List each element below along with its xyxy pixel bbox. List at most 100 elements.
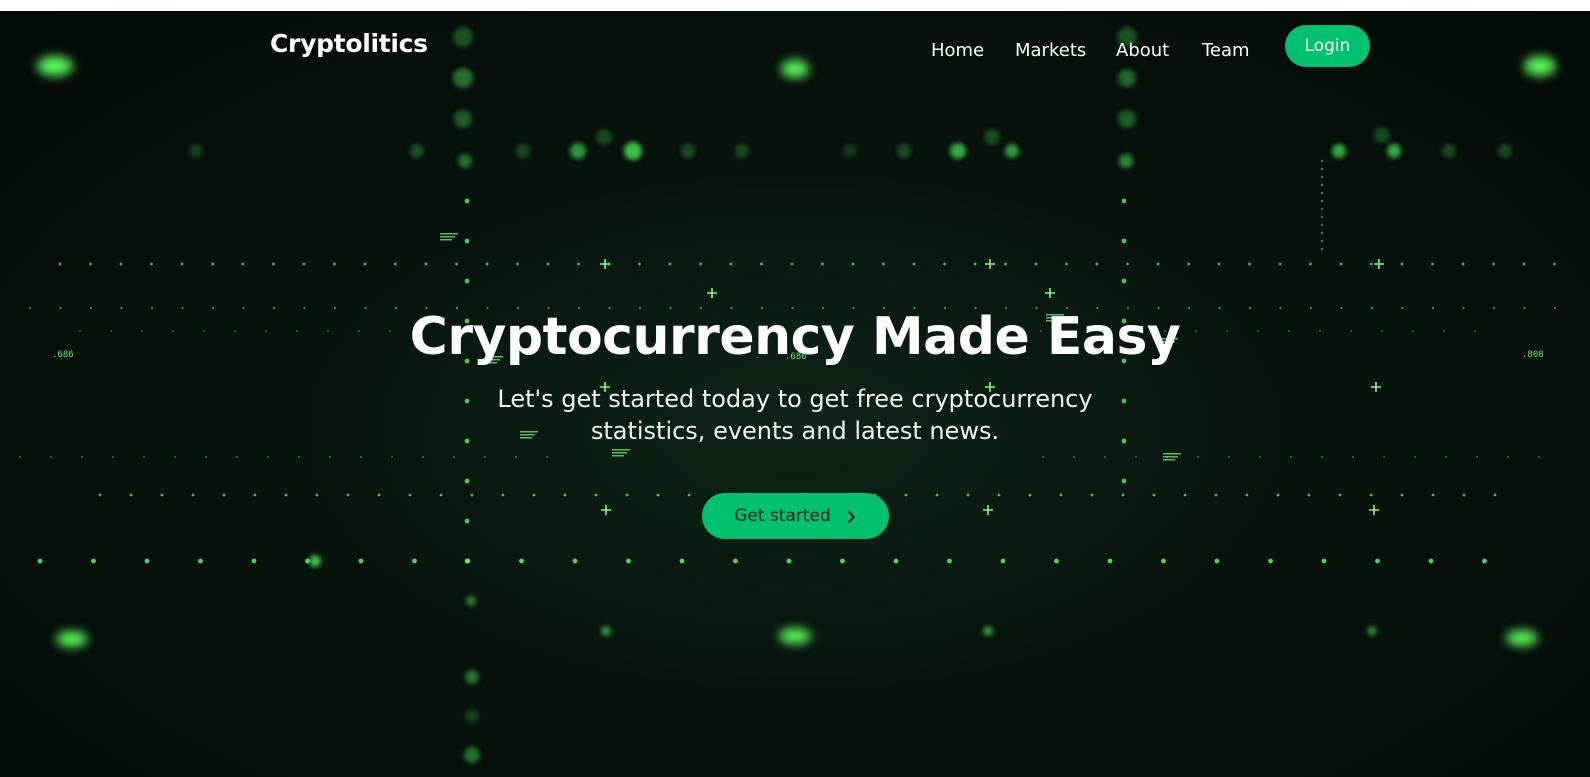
landing-page: .686.686.808 Cryptolitics Home Markets A…	[0, 11, 1590, 777]
grid-dot	[1320, 199, 1324, 203]
grid-dot	[546, 456, 548, 458]
get-started-button[interactable]: Get started	[702, 493, 889, 539]
grid-dot	[1065, 262, 1068, 266]
grid-dot	[1054, 558, 1059, 564]
grid-dot	[1278, 262, 1282, 266]
bokeh-dot	[465, 670, 479, 684]
grid-dot	[455, 262, 458, 266]
grid-dot	[501, 493, 505, 497]
grid-dot	[1383, 456, 1385, 458]
plus-mark	[985, 259, 995, 269]
bokeh-dot	[1005, 144, 1019, 158]
grid-dot	[284, 493, 288, 497]
grid-dot	[160, 493, 164, 497]
grid-dot	[786, 558, 792, 564]
grid-dot	[546, 262, 550, 266]
grid-dot	[453, 456, 455, 458]
grid-dot	[358, 558, 364, 564]
grid-dot	[1553, 262, 1556, 266]
grid-dot	[1507, 456, 1509, 458]
login-button[interactable]: Login	[1285, 25, 1370, 67]
grid-dot	[1034, 262, 1038, 266]
bokeh-dot	[1118, 110, 1136, 128]
bokeh-dot	[466, 596, 476, 606]
grid-dot	[821, 262, 824, 266]
grid-dot	[625, 493, 629, 497]
grid-dot	[272, 262, 275, 266]
grid-dot	[729, 262, 733, 266]
grid-dot	[1004, 262, 1007, 266]
grid-dot	[464, 478, 470, 484]
nav-about[interactable]: About	[1116, 36, 1169, 66]
streak-line	[440, 236, 455, 238]
grid-dot	[1135, 456, 1137, 458]
grid-dot	[1121, 493, 1125, 497]
bokeh-dot	[458, 154, 472, 168]
grid-dot	[241, 262, 245, 266]
grid-dot	[1073, 456, 1075, 458]
grid-dot	[1248, 262, 1251, 266]
grid-dot	[1187, 262, 1190, 266]
bokeh-dot	[1332, 144, 1346, 158]
grid-dot	[1107, 558, 1113, 564]
grid-dot	[112, 456, 114, 458]
grid-dot	[1121, 278, 1127, 284]
bokeh-dot	[843, 144, 857, 158]
glow-blob	[56, 631, 88, 647]
grid-dot	[222, 493, 226, 497]
grid-dot	[191, 493, 195, 497]
grid-dot	[439, 493, 443, 497]
grid-dot	[840, 558, 845, 564]
grid-dot	[656, 493, 660, 497]
grid-dot	[129, 493, 133, 497]
grid-dot	[1307, 493, 1311, 497]
get-started-label: Get started	[734, 506, 831, 526]
grid-dot	[391, 456, 393, 458]
grid-dot	[198, 558, 203, 564]
grid-dot	[1000, 558, 1006, 564]
bokeh-dot	[983, 626, 993, 636]
grid-dot	[180, 262, 184, 266]
grid-dot	[1538, 456, 1540, 458]
grid-dot	[699, 262, 702, 266]
grid-dot	[1320, 159, 1324, 163]
grid-dot	[679, 558, 685, 564]
nav-markets[interactable]: Markets	[1015, 36, 1086, 66]
grid-dot	[1121, 198, 1127, 204]
grid-dot	[1320, 183, 1324, 187]
grid-dot	[470, 493, 474, 497]
grid-dot	[1309, 262, 1312, 266]
bokeh-dot	[1374, 127, 1390, 143]
data-streak	[1163, 453, 1181, 461]
grid-dot	[1320, 207, 1324, 211]
plus-mark	[983, 505, 993, 515]
grid-dot	[205, 456, 207, 458]
grid-dot	[947, 558, 952, 564]
grid-dot	[211, 262, 214, 266]
nav-team[interactable]: Team	[1202, 36, 1250, 66]
glow-blob	[781, 60, 809, 78]
grid-dot	[302, 262, 306, 266]
bokeh-dot	[464, 747, 480, 763]
grid-dot	[851, 262, 855, 266]
bokeh-dot	[1118, 69, 1136, 87]
grid-dot	[1276, 493, 1280, 497]
plus-mark	[600, 259, 610, 269]
grid-dot	[174, 456, 176, 458]
grid-dot	[363, 262, 367, 266]
grid-dot	[329, 456, 331, 458]
bokeh-dot	[1119, 154, 1133, 168]
grid-dot	[1259, 456, 1261, 458]
grid-dot	[1095, 262, 1099, 266]
bokeh-dot	[465, 709, 479, 723]
brand-logo[interactable]: Cryptolitics	[270, 29, 428, 58]
grid-dot	[305, 558, 310, 564]
grid-dot	[1183, 493, 1187, 497]
grid-dot	[119, 262, 123, 266]
bokeh-dot	[570, 143, 586, 159]
grid-dot	[1414, 456, 1416, 458]
grid-dot	[1245, 493, 1249, 497]
nav-home[interactable]: Home	[931, 36, 984, 66]
grid-dot	[1268, 558, 1273, 564]
grid-dot	[572, 558, 578, 564]
